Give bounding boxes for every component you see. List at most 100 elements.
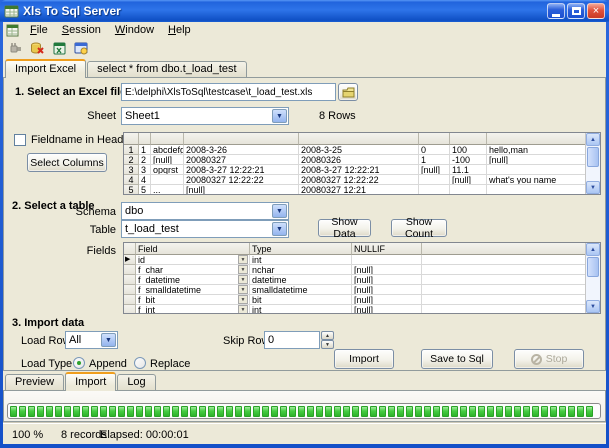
cell[interactable]: [null] <box>151 155 184 165</box>
cell[interactable] <box>422 305 585 313</box>
show-count-button[interactable]: Show Count <box>391 219 447 237</box>
cell[interactable]: 0 <box>419 145 450 155</box>
excel-grid-row[interactable]: 4420080327 12:22:2220080327 12:22:22[nul… <box>124 175 585 185</box>
fields-grid-row[interactable]: ▼f_intint[null] <box>124 305 585 313</box>
cell[interactable] <box>419 185 450 194</box>
sql-window-button[interactable] <box>72 40 90 57</box>
row-header[interactable]: 1 <box>124 145 139 155</box>
cell[interactable]: 20080327 <box>184 155 299 165</box>
cell[interactable]: [null] <box>419 165 450 175</box>
scroll-down-icon[interactable]: ▼ <box>586 300 600 313</box>
scroll-up-icon[interactable]: ▲ <box>586 133 600 146</box>
nullif-cell[interactable] <box>352 255 422 265</box>
fields-grid-row[interactable]: ▼f_datetimedatetime[null] <box>124 275 585 285</box>
cell[interactable]: 2008-3-26 <box>184 145 299 155</box>
cell[interactable]: 2008-3-25 <box>299 145 419 155</box>
cell[interactable]: opqrst <box>151 165 184 175</box>
replace-radio[interactable] <box>134 357 146 369</box>
spin-down-icon[interactable]: ▼ <box>321 340 334 349</box>
chevron-down-icon[interactable]: ▼ <box>272 204 287 218</box>
skip-rows-stepper[interactable]: ▲ ▼ <box>321 331 334 349</box>
chevron-down-icon[interactable]: ▼ <box>238 265 248 274</box>
cell[interactable]: 20080327 12:22:22 <box>184 175 299 185</box>
cell[interactable]: 11.1 <box>450 165 487 175</box>
import-button[interactable]: Import <box>334 349 394 369</box>
nullif-cell[interactable]: [null] <box>352 305 422 313</box>
tab-log[interactable]: Log <box>117 374 155 390</box>
nullif-cell[interactable]: [null] <box>352 275 422 285</box>
cell[interactable] <box>487 185 585 194</box>
maximize-button[interactable] <box>567 3 585 19</box>
select-columns-button[interactable]: Select Columns <box>27 153 107 172</box>
field-name-cell[interactable]: ▼f_bit <box>136 295 250 305</box>
cell[interactable]: what's you name <box>487 175 585 185</box>
cell[interactable]: 5 <box>139 185 151 194</box>
chevron-down-icon[interactable]: ▼ <box>238 285 248 294</box>
excel-grid-row[interactable]: 22[null]20080327200803261-100[null] <box>124 155 585 165</box>
field-name-cell[interactable]: ▼f_datetime <box>136 275 250 285</box>
cell[interactable]: abcdefg <box>151 145 184 155</box>
column-header[interactable]: Field <box>136 243 250 255</box>
cell[interactable]: 2008-3-27 12:22:21 <box>184 165 299 175</box>
chevron-down-icon[interactable]: ▼ <box>101 333 116 347</box>
field-type-cell[interactable]: bit <box>250 295 352 305</box>
spin-up-icon[interactable]: ▲ <box>321 331 334 340</box>
minimize-button[interactable] <box>547 3 565 19</box>
field-type-cell[interactable]: nchar <box>250 265 352 275</box>
cell[interactable]: 1 <box>139 145 151 155</box>
cell[interactable]: 20080326 <box>299 155 419 165</box>
column-header[interactable] <box>139 133 151 145</box>
column-header[interactable] <box>422 243 585 255</box>
column-header[interactable] <box>184 133 299 145</box>
cell[interactable]: [null] <box>487 155 585 165</box>
tab-select-from-dbo-t-load-test[interactable]: select * from dbo.t_load_test <box>87 61 246 77</box>
field-type-cell[interactable]: int <box>250 305 352 313</box>
cell[interactable]: 4 <box>139 175 151 185</box>
fields-grid-row[interactable]: ▼f_smalldatetimesmalldatetime[null] <box>124 285 585 295</box>
column-header[interactable] <box>450 133 487 145</box>
nullif-cell[interactable]: [null] <box>352 295 422 305</box>
menu-help[interactable]: Help <box>161 23 198 37</box>
field-name-cell[interactable]: ▼id <box>136 255 250 265</box>
excel-grid-row[interactable]: 33opqrst2008-3-27 12:22:212008-3-27 12:2… <box>124 165 585 175</box>
chevron-down-icon[interactable]: ▼ <box>238 275 248 284</box>
chevron-down-icon[interactable]: ▼ <box>238 305 248 313</box>
nullif-cell[interactable]: [null] <box>352 265 422 275</box>
cell[interactable] <box>422 265 585 275</box>
fields-grid-scrollbar[interactable]: ▲ ▼ <box>585 243 600 313</box>
chevron-down-icon[interactable]: ▼ <box>272 109 287 123</box>
column-header[interactable] <box>124 243 136 255</box>
save-to-sql-button[interactable]: Save to Sql <box>421 349 493 369</box>
field-type-cell[interactable]: int <box>250 255 352 265</box>
excel-grid-row[interactable]: 11abcdefg2008-3-262008-3-250100hello,man <box>124 145 585 155</box>
cell[interactable] <box>487 165 585 175</box>
cell[interactable] <box>450 185 487 194</box>
tab-preview[interactable]: Preview <box>5 374 64 390</box>
cell[interactable]: 3 <box>139 165 151 175</box>
stop-button[interactable]: Stop <box>514 349 584 369</box>
column-header[interactable] <box>124 133 139 145</box>
fields-grid-row[interactable]: ▼f_bitbit[null] <box>124 295 585 305</box>
field-type-cell[interactable]: datetime <box>250 275 352 285</box>
load-rows-select[interactable]: All ▼ <box>65 331 118 349</box>
tab-import-excel[interactable]: Import Excel <box>5 59 86 78</box>
cell[interactable]: ... <box>151 185 184 194</box>
field-name-cell[interactable]: ▼f_int <box>136 305 250 313</box>
show-data-button[interactable]: Show Data <box>318 219 371 237</box>
cell[interactable]: 2 <box>139 155 151 165</box>
cell[interactable]: -100 <box>450 155 487 165</box>
menu-window[interactable]: Window <box>108 23 161 37</box>
row-header[interactable]: 5 <box>124 185 139 194</box>
column-header[interactable] <box>299 133 419 145</box>
fieldname-checkbox[interactable] <box>14 134 26 146</box>
scroll-thumb[interactable] <box>587 147 599 167</box>
fields-grid-row[interactable]: ▶▼idint <box>124 255 585 265</box>
cell[interactable]: hello,man <box>487 145 585 155</box>
field-name-cell[interactable]: ▼f_smalldatetime <box>136 285 250 295</box>
sheet-select[interactable]: Sheet1 ▼ <box>121 107 289 125</box>
close-button[interactable]: × <box>587 3 605 19</box>
cell[interactable]: 100 <box>450 145 487 155</box>
nullif-cell[interactable]: [null] <box>352 285 422 295</box>
column-header[interactable] <box>419 133 450 145</box>
scroll-thumb[interactable] <box>587 257 599 277</box>
